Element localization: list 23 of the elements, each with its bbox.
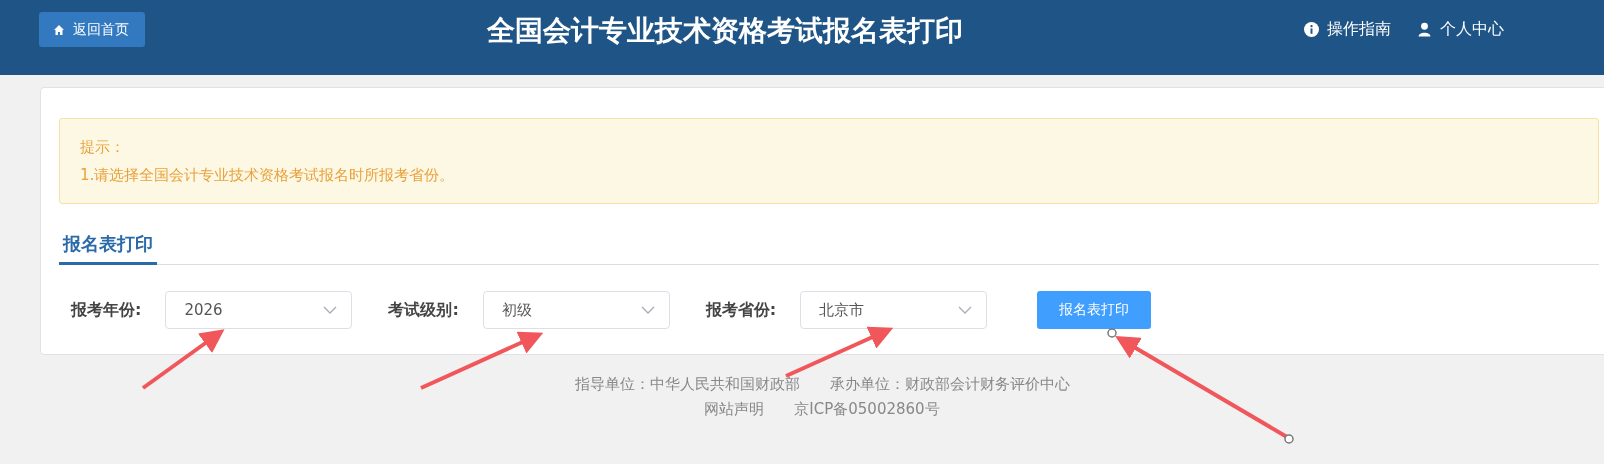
notice-text: 1.请选择全国会计专业技术资格考试报名时所报考省份。	[80, 165, 456, 186]
home-icon	[53, 23, 65, 36]
footer-text: 承办单位：财政部会计财务评价中心	[829, 375, 1070, 394]
home-button[interactable]: 返回首页	[39, 12, 145, 47]
notice-title: 提示：	[80, 137, 126, 158]
field-label: 考试级别:	[388, 299, 459, 321]
chevron-down-icon	[958, 306, 973, 314]
field-label: 报考省份:	[705, 299, 777, 321]
select-field[interactable]: 2026	[165, 291, 353, 329]
header-link[interactable]: 操作指南	[1304, 19, 1391, 40]
select-field[interactable]: 北京市	[800, 291, 988, 329]
user-icon	[1417, 22, 1432, 37]
field-label: 报考年份:	[71, 299, 142, 321]
footer-text: 指导单位：中华人民共和国财政部	[574, 375, 800, 394]
footer-text: 网站声明	[704, 400, 765, 419]
chevron-down-icon	[323, 306, 338, 314]
tab[interactable]: 报名表打印	[59, 226, 157, 265]
chevron-down-icon	[640, 306, 655, 314]
header-link[interactable]: 个人中心	[1417, 19, 1504, 40]
info-icon	[1304, 22, 1319, 37]
select-field[interactable]: 初级	[482, 291, 670, 329]
footer-text: 京ICP备05002860号	[794, 400, 940, 419]
page-title: 全国会计专业技术资格考试报名表打印	[486, 12, 963, 49]
